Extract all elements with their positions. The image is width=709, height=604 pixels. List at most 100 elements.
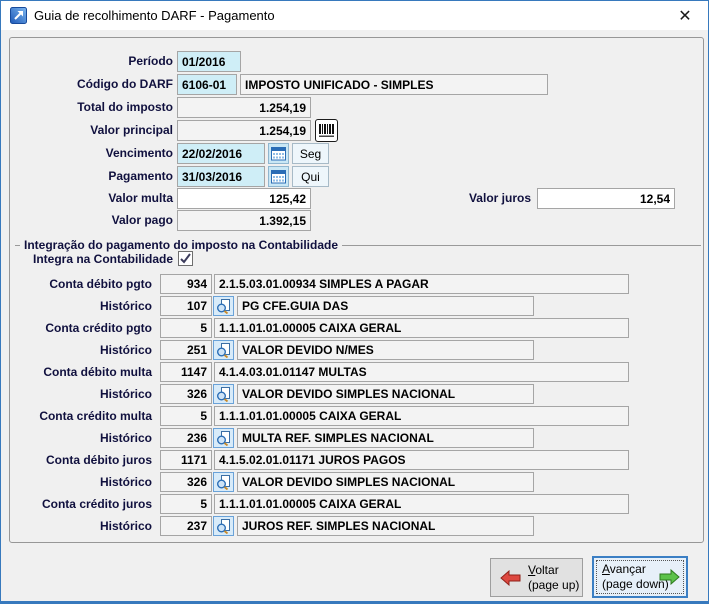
- row-label: Conta débito multa: [1, 362, 152, 382]
- row-desc-field[interactable]: 2.1.5.03.01.00934 SIMPLES A PAGAR: [214, 274, 629, 294]
- periodo-field[interactable]: 01/2016: [177, 51, 241, 72]
- row-desc-field[interactable]: PG CFE.GUIA DAS: [237, 296, 534, 316]
- window-title: Guia de recolhimento DARF - Pagamento: [34, 1, 275, 30]
- valor-principal-field[interactable]: 1.254,19: [177, 120, 311, 141]
- magnifier-icon: [216, 519, 231, 534]
- row-desc-field[interactable]: VALOR DEVIDO SIMPLES NACIONAL: [237, 384, 534, 404]
- avancar-button[interactable]: Avançar (page down): [592, 556, 688, 598]
- codigo-darf-code-field[interactable]: 6106-01: [177, 74, 237, 95]
- row-desc-field[interactable]: 1.1.1.01.01.00005 CAIXA GERAL: [214, 494, 629, 514]
- back-arrow-icon: [500, 570, 521, 586]
- integra-contabilidade-label: Integra na Contabilidade: [1, 249, 173, 270]
- app-icon: [10, 7, 27, 24]
- row-number-field[interactable]: 934: [160, 274, 212, 294]
- voltar-sub: (page up): [528, 578, 579, 592]
- integra-contabilidade-checkbox[interactable]: [178, 251, 193, 266]
- magnifier-icon: [216, 431, 231, 446]
- valor-pago-label: Valor pago: [1, 210, 173, 231]
- row-desc-field[interactable]: VALOR DEVIDO SIMPLES NACIONAL: [237, 472, 534, 492]
- historico-row: Histórico326VALOR DEVIDO SIMPLES NACIONA…: [1, 384, 709, 404]
- row-label: Histórico: [1, 472, 152, 492]
- row-number-field[interactable]: 5: [160, 318, 212, 338]
- magnifier-icon: [216, 387, 231, 402]
- pagamento-weekday-badge: Qui: [292, 166, 329, 187]
- pagamento-field[interactable]: 31/03/2016: [177, 166, 265, 187]
- row-number-field[interactable]: 237: [160, 516, 212, 536]
- row-number-field[interactable]: 5: [160, 406, 212, 426]
- row-number-field[interactable]: 236: [160, 428, 212, 448]
- vencimento-calendar-button[interactable]: [268, 143, 289, 164]
- checkmark-icon: [179, 252, 192, 265]
- row-label: Conta débito pgto: [1, 274, 152, 294]
- avancar-mnemonic: A: [602, 562, 610, 576]
- valor-juros-field[interactable]: 12,54: [537, 188, 675, 209]
- magnifier-icon: [216, 475, 231, 490]
- lookup-button[interactable]: [213, 428, 234, 448]
- row-label: Conta crédito pgto: [1, 318, 152, 338]
- vencimento-weekday-badge: Seg: [292, 143, 329, 164]
- historico-row: Histórico 107 PG CFE.GUIA DAS: [1, 296, 709, 316]
- row-number-field[interactable]: 326: [160, 384, 212, 404]
- row-number-field[interactable]: 107: [160, 296, 212, 316]
- codigo-darf-label: Código do DARF: [1, 74, 173, 95]
- voltar-button-label: Voltar (page up): [528, 563, 579, 593]
- darf-payment-dialog: Guia de recolhimento DARF - Pagamento ✕ …: [0, 0, 709, 604]
- valor-pago-field[interactable]: 1.392,15: [177, 210, 311, 231]
- integration-rows: Conta débito pgto 9342.1.5.03.01.00934 SI…: [1, 274, 709, 538]
- account-row: Conta débito pgto 9342.1.5.03.01.00934 SI…: [1, 274, 709, 294]
- close-icon[interactable]: ✕: [670, 3, 700, 28]
- row-desc-field[interactable]: 4.1.5.02.01.01171 JUROS PAGOS: [214, 450, 629, 470]
- row-number-field[interactable]: 251: [160, 340, 212, 360]
- total-imposto-field[interactable]: 1.254,19: [177, 97, 311, 118]
- lookup-button[interactable]: [213, 384, 234, 404]
- calendar-icon: [271, 146, 286, 161]
- barcode-icon: [318, 123, 335, 138]
- forward-arrow-icon: [659, 569, 680, 585]
- historico-row: Histórico 326 VALOR DEVIDO SIMPLES NACIONA…: [1, 472, 709, 492]
- magnifier-icon: [216, 343, 231, 358]
- row-desc-field[interactable]: 1.1.1.01.01.00005 CAIXA GERAL: [214, 406, 629, 426]
- account-row: Conta crédito juros 51.1.1.01.01.00005 CA…: [1, 494, 709, 514]
- row-number-field[interactable]: 326: [160, 472, 212, 492]
- barcode-button[interactable]: [315, 119, 338, 142]
- codigo-darf-desc-field[interactable]: IMPOSTO UNIFICADO - SIMPLES: [240, 74, 548, 95]
- account-row: Conta débito juros 11714.1.5.02.01.01171 …: [1, 450, 709, 470]
- row-desc-field[interactable]: VALOR DEVIDO N/MES: [237, 340, 534, 360]
- periodo-label: Período: [1, 51, 173, 72]
- valor-juros-label: Valor juros: [331, 188, 531, 209]
- row-desc-field[interactable]: MULTA REF. SIMPLES NACIONAL: [237, 428, 534, 448]
- lookup-button[interactable]: [213, 472, 234, 492]
- lookup-button[interactable]: [213, 340, 234, 360]
- pagamento-calendar-button[interactable]: [268, 166, 289, 187]
- row-label: Histórico: [1, 516, 152, 536]
- row-label: Histórico: [1, 428, 152, 448]
- historico-row: Histórico 251 VALOR DEVIDO N/MES: [1, 340, 709, 360]
- row-number-field[interactable]: 1147: [160, 362, 212, 382]
- row-label: Conta crédito juros: [1, 494, 152, 514]
- lookup-button[interactable]: [213, 296, 234, 316]
- voltar-button[interactable]: Voltar (page up): [490, 558, 583, 597]
- historico-row: Histórico 237 JUROS REF. SIMPLES NACIONAL: [1, 516, 709, 536]
- row-desc-field[interactable]: 4.1.4.03.01.01147 MULTAS: [214, 362, 629, 382]
- valor-multa-label: Valor multa: [1, 188, 173, 209]
- row-label: Conta débito juros: [1, 450, 152, 470]
- row-number-field[interactable]: 1171: [160, 450, 212, 470]
- title-bar[interactable]: Guia de recolhimento DARF - Pagamento ✕: [1, 1, 708, 30]
- row-label: Histórico: [1, 296, 152, 316]
- total-imposto-label: Total do imposto: [1, 97, 173, 118]
- vencimento-label: Vencimento: [1, 143, 173, 164]
- voltar-rest: oltar: [535, 563, 558, 577]
- valor-principal-label: Valor principal: [1, 120, 173, 141]
- valor-multa-field[interactable]: 125,42: [177, 188, 311, 209]
- row-desc-field[interactable]: 1.1.1.01.01.00005 CAIXA GERAL: [214, 318, 629, 338]
- row-desc-field[interactable]: JUROS REF. SIMPLES NACIONAL: [237, 516, 534, 536]
- row-number-field[interactable]: 5: [160, 494, 212, 514]
- row-label: Histórico: [1, 340, 152, 360]
- magnifier-icon: [216, 299, 231, 314]
- pagamento-label: Pagamento: [1, 166, 173, 187]
- lookup-button[interactable]: [213, 516, 234, 536]
- vencimento-field[interactable]: 22/02/2016: [177, 143, 265, 164]
- calendar-icon: [271, 169, 286, 184]
- account-row: Conta débito multa 11474.1.4.03.01.01147 …: [1, 362, 709, 382]
- account-row: Conta crédito pgto 51.1.1.01.01.00005 CAI…: [1, 318, 709, 338]
